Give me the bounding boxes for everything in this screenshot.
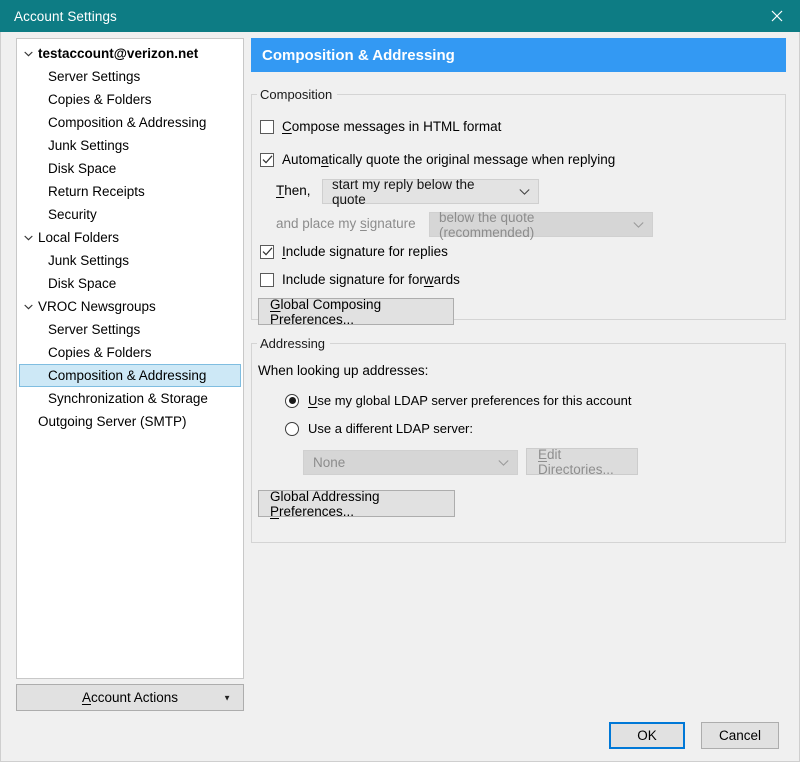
chevron-down-icon[interactable] [21,304,36,310]
radio-different-ldap-label: Use a different LDAP server: [308,421,473,436]
tree-item-copies-folders[interactable]: Copies & Folders [17,88,243,111]
tree-item-security[interactable]: Security [17,203,243,226]
include-signature-replies-row[interactable]: Include signature for replies [260,244,448,259]
include-signature-forwards-row[interactable]: Include signature for forwards [260,272,460,287]
account-actions-button[interactable]: Account Actions ▼ [16,684,244,711]
tree-item-return-receipts[interactable]: Return Receipts [17,180,243,203]
tree-item-label: Outgoing Server (SMTP) [38,414,187,429]
include-signature-forwards-label: Include signature for forwards [282,272,460,287]
window-titlebar: Account Settings [0,0,800,32]
radio-unselected-icon[interactable] [285,421,299,436]
tree-item-label: Local Folders [38,230,120,245]
tree-item-label: Security [48,207,97,222]
tree-item-junk-settings[interactable]: Junk Settings [17,249,243,272]
radio-selected-icon[interactable] [285,393,299,408]
tree-item-label: Junk Settings [48,138,130,153]
then-label: Then, [276,183,311,198]
tree-item-testaccount-verizon-net[interactable]: testaccount@verizon.net [17,42,243,65]
tree-item-label: Composition & Addressing [48,368,207,383]
tree-item-local-folders[interactable]: Local Folders [17,226,243,249]
compose-html-checkbox-row[interactable]: Compose messages in HTML format [260,119,501,134]
lookup-addresses-label: When looking up addresses: [258,363,429,378]
close-icon[interactable] [754,0,800,32]
global-addressing-preferences-label: Global Addressing Preferences... [270,488,380,519]
checkbox-checked-icon[interactable] [260,244,274,259]
checkbox-unchecked-icon[interactable] [260,119,274,134]
include-signature-replies-label: Include signature for replies [282,244,448,259]
radio-different-ldap-row[interactable]: Use a different LDAP server: [285,421,473,436]
addressing-group: Addressing When looking up addresses: Us… [251,336,786,543]
panel-title: Composition & Addressing [251,38,786,72]
tree-item-server-settings[interactable]: Server Settings [17,65,243,88]
edit-directories-label: Edit Directories... [538,446,614,477]
tree-item-label: testaccount@verizon.net [38,46,199,61]
dialog-body: testaccount@verizon.net Server Settings Co… [0,32,800,762]
radio-global-ldap-label: Use my global LDAP server preferences fo… [308,393,632,408]
reply-position-select[interactable]: start my reply below the quote [322,176,539,207]
checkbox-checked-icon[interactable] [260,152,274,167]
tree-item-junk-settings[interactable]: Junk Settings [17,134,243,157]
tree-item-composition-addressing[interactable]: Composition & Addressing [19,364,241,387]
tree-item-label: Return Receipts [48,184,145,199]
chevron-down-icon[interactable] [21,51,36,57]
chevron-down-icon [498,459,509,466]
tree-item-label: Copies & Folders [48,345,152,360]
edit-directories-button[interactable]: Edit Directories... [526,446,638,477]
auto-quote-checkbox-row[interactable]: Automatically quote the original message… [260,152,615,167]
ldap-server-select[interactable]: None [303,450,518,475]
tree-item-outgoing-server-smtp[interactable]: Outgoing Server (SMTP) [17,410,243,433]
tree-item-disk-space[interactable]: Disk Space [17,272,243,295]
global-addressing-preferences-button[interactable]: Global Addressing Preferences... [258,488,455,519]
tree-item-label: Copies & Folders [48,92,152,107]
account-tree[interactable]: testaccount@verizon.net Server Settings Co… [16,38,244,679]
caret-down-icon: ▼ [223,693,231,702]
cancel-label: Cancel [718,728,762,743]
auto-quote-label: Automatically quote the original message… [282,152,616,167]
tree-item-label: Disk Space [48,161,117,176]
tree-item-server-settings[interactable]: Server Settings [17,318,243,341]
tree-item-disk-space[interactable]: Disk Space [17,157,243,180]
tree-item-label: Junk Settings [48,253,130,268]
compose-html-label: Compose messages in HTML format [282,119,502,134]
signature-position-select[interactable]: below the quote (recommended) [429,209,653,240]
account-actions-label: Account Actions [81,690,179,705]
ok-label: OK [637,728,657,743]
tree-item-vroc-newsgroups[interactable]: VROC Newsgroups [17,295,243,318]
tree-item-label: Server Settings [48,322,141,337]
composition-group: Composition Compose messages in HTML for… [251,87,786,327]
signature-position-value: below the quote (recommended) [439,209,535,240]
chevron-down-icon [633,221,644,228]
checkbox-unchecked-icon[interactable] [260,272,274,287]
composition-legend: Composition [260,87,333,102]
tree-item-copies-folders[interactable]: Copies & Folders [17,341,243,364]
cancel-button[interactable]: Cancel [701,722,779,749]
tree-item-label: VROC Newsgroups [38,299,156,314]
window-title: Account Settings [14,8,117,24]
tree-item-synchronization-storage[interactable]: Synchronization & Storage [17,387,243,410]
tree-item-label: Server Settings [48,69,141,84]
reply-position-value: start my reply below the quote [332,176,475,207]
tree-item-composition-addressing[interactable]: Composition & Addressing [17,111,243,134]
addressing-legend: Addressing [260,336,326,351]
signature-position-label: and place my signature [276,216,416,231]
tree-item-label: Synchronization & Storage [48,391,208,406]
tree-item-label: Composition & Addressing [48,115,207,130]
chevron-down-icon [519,188,530,195]
global-composing-preferences-label: Global Composing Preferences... [270,296,382,327]
radio-global-ldap-row[interactable]: Use my global LDAP server preferences fo… [285,393,631,408]
ok-button[interactable]: OK [609,722,685,749]
ldap-server-value: None [313,455,346,470]
tree-item-label: Disk Space [48,276,117,291]
global-composing-preferences-button[interactable]: Global Composing Preferences... [258,296,454,327]
settings-panel: Composition & Addressing Composition Com… [251,38,786,543]
chevron-down-icon[interactable] [21,235,36,241]
